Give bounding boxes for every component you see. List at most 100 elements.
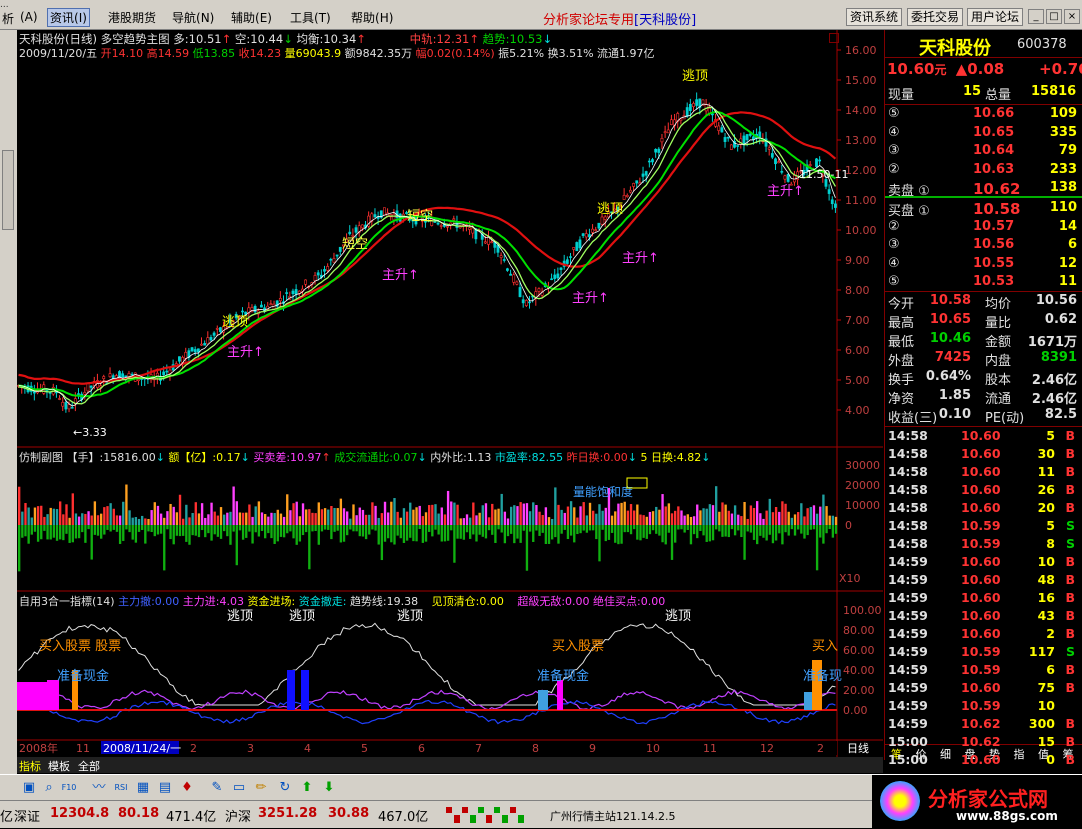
volume-bar (797, 512, 800, 525)
volume-down-bar (446, 525, 450, 541)
candle-body (729, 144, 733, 150)
volume-down-bar (544, 525, 548, 544)
volume-bar (623, 501, 626, 525)
y-tick-label: 16.00 (845, 44, 877, 57)
menu-stub-key[interactable]: (A) (20, 10, 38, 24)
left-sidebar[interactable] (0, 30, 17, 774)
volume-down-bar (484, 525, 488, 539)
close-icon[interactable]: × (1064, 9, 1080, 24)
volume-down-bar (424, 525, 428, 542)
volume-bar (207, 514, 210, 525)
grid-icon[interactable]: ▦ (134, 779, 152, 797)
forum-button[interactable]: 用户论坛 (967, 8, 1024, 26)
down-arrow-icon[interactable]: ⬇ (320, 779, 338, 797)
tab-moban[interactable]: 模板 (48, 758, 70, 774)
volume-bar (421, 516, 425, 525)
kline-chart-svg[interactable]: 16.00 15.00 14.00 13.00 12.00 11.00 10.00 9.00 8… (17, 30, 883, 760)
volume-bar (538, 511, 541, 525)
volume-down-bar (260, 525, 264, 531)
ind-label: 准备现金 (57, 668, 109, 684)
candle-body (329, 258, 333, 261)
volume-bar (153, 502, 156, 525)
menu-stub[interactable]: 析 (2, 10, 14, 27)
candle-body (537, 288, 541, 292)
window-icon[interactable]: ▭ (230, 779, 248, 797)
quote-panel: 天科股份 600378 10.60元 ▲0.08 +0.76 现量 15 总量 … (884, 30, 1082, 767)
tick-row: 14:59 10.60 10 B (888, 554, 1075, 569)
ind-bar (301, 670, 309, 710)
volume-bar (257, 501, 261, 525)
volume-down-bar (708, 525, 712, 542)
ind-label: 准备现金 (537, 668, 589, 684)
tick-row: 14:58 10.60 26 B (888, 482, 1075, 497)
menu-zixun[interactable]: 资讯(I) (47, 8, 90, 27)
volume-bar (692, 516, 696, 525)
chart-line-icon[interactable]: 〰 (90, 779, 108, 797)
candle-body (591, 228, 594, 233)
sidebar-handle[interactable] (2, 150, 14, 230)
menu-gongju[interactable]: 工具(T) (290, 9, 331, 26)
volume-down-bar (396, 525, 399, 536)
volume-down-bar (677, 525, 680, 530)
volume-down-bar (178, 525, 182, 537)
candle-body (594, 229, 598, 231)
tab-zhibiao[interactable]: 指标 (19, 758, 41, 774)
strength-bar (470, 815, 476, 823)
tools-icon[interactable]: ✎ (208, 779, 226, 797)
volume-down-bar (705, 525, 708, 542)
chart-annotation: 逃顶 (597, 202, 623, 217)
volume-down-bar (323, 525, 327, 530)
candle-icon[interactable]: ♦ (178, 779, 196, 797)
volume-bar (566, 506, 570, 525)
f10-icon[interactable]: F10 (60, 779, 78, 797)
volume-down-bar (159, 525, 163, 534)
menu-ganggu[interactable]: 港股期货 (108, 9, 156, 26)
y-tick-label: 8.00 (845, 284, 870, 297)
volume-bar (431, 504, 434, 525)
volume-bar (642, 515, 645, 525)
volume-bar (210, 502, 213, 525)
panel-close-icon[interactable] (829, 33, 839, 43)
volume-bar (134, 517, 138, 525)
volume-down-bar (746, 525, 749, 532)
menu-fuzhu[interactable]: 辅助(E) (231, 9, 272, 26)
screen-icon[interactable]: ▣ (20, 779, 38, 797)
table-icon[interactable]: ▤ (156, 779, 174, 797)
volume-down-bar (680, 525, 683, 530)
volume-bar (361, 509, 365, 525)
menu-daohang[interactable]: 导航(N) (172, 9, 214, 26)
zixun-system-button[interactable]: 资讯系统 (846, 8, 903, 26)
volume-down-bar (390, 525, 393, 543)
maximize-icon[interactable]: □ (1046, 9, 1062, 24)
pencil-icon[interactable]: ✏ (252, 779, 270, 797)
bar-info: 2009/11/20/五 开14.10 高14.59 低13.85 收14.23… (19, 47, 655, 60)
date-label: 4 (304, 742, 311, 755)
candle-body (575, 242, 579, 252)
volume-down-bar (456, 525, 459, 539)
volume-down-bar (219, 525, 223, 539)
volume-down-bar (806, 525, 809, 536)
candle-body (625, 195, 629, 197)
volume-bar (655, 506, 658, 525)
trade-button[interactable]: 委托交易 (907, 8, 964, 26)
rsi-icon[interactable]: RSI (112, 779, 130, 797)
volume-bar (563, 512, 566, 525)
tick-row: 14:59 10.62 300 B (888, 716, 1075, 731)
volume-down-bar (87, 525, 90, 530)
volume-bar (204, 517, 207, 525)
search-icon[interactable]: ⌕ (40, 779, 58, 797)
ind-bar (804, 692, 812, 710)
volume-bar (43, 516, 46, 525)
chart-area[interactable]: 16.00 15.00 14.00 13.00 12.00 11.00 10.00 9.00 8… (17, 30, 883, 760)
volume-down-bar (793, 525, 797, 536)
tick-row: 14:58 10.60 11 B (888, 464, 1075, 479)
candle-body (509, 273, 512, 276)
menu-bangzhu[interactable]: 帮助(H) (351, 9, 393, 26)
candle-body (524, 300, 528, 306)
tab-quanbu[interactable]: 全部 (78, 758, 100, 774)
minimize-icon[interactable]: _ (1028, 9, 1044, 24)
tick-row: 15:00 10.60 0 B (888, 752, 1075, 767)
chart-annotation: 逃顶 (682, 69, 708, 84)
up-arrow-icon[interactable]: ⬆ (298, 779, 316, 797)
refresh-icon[interactable]: ↻ (276, 779, 294, 797)
